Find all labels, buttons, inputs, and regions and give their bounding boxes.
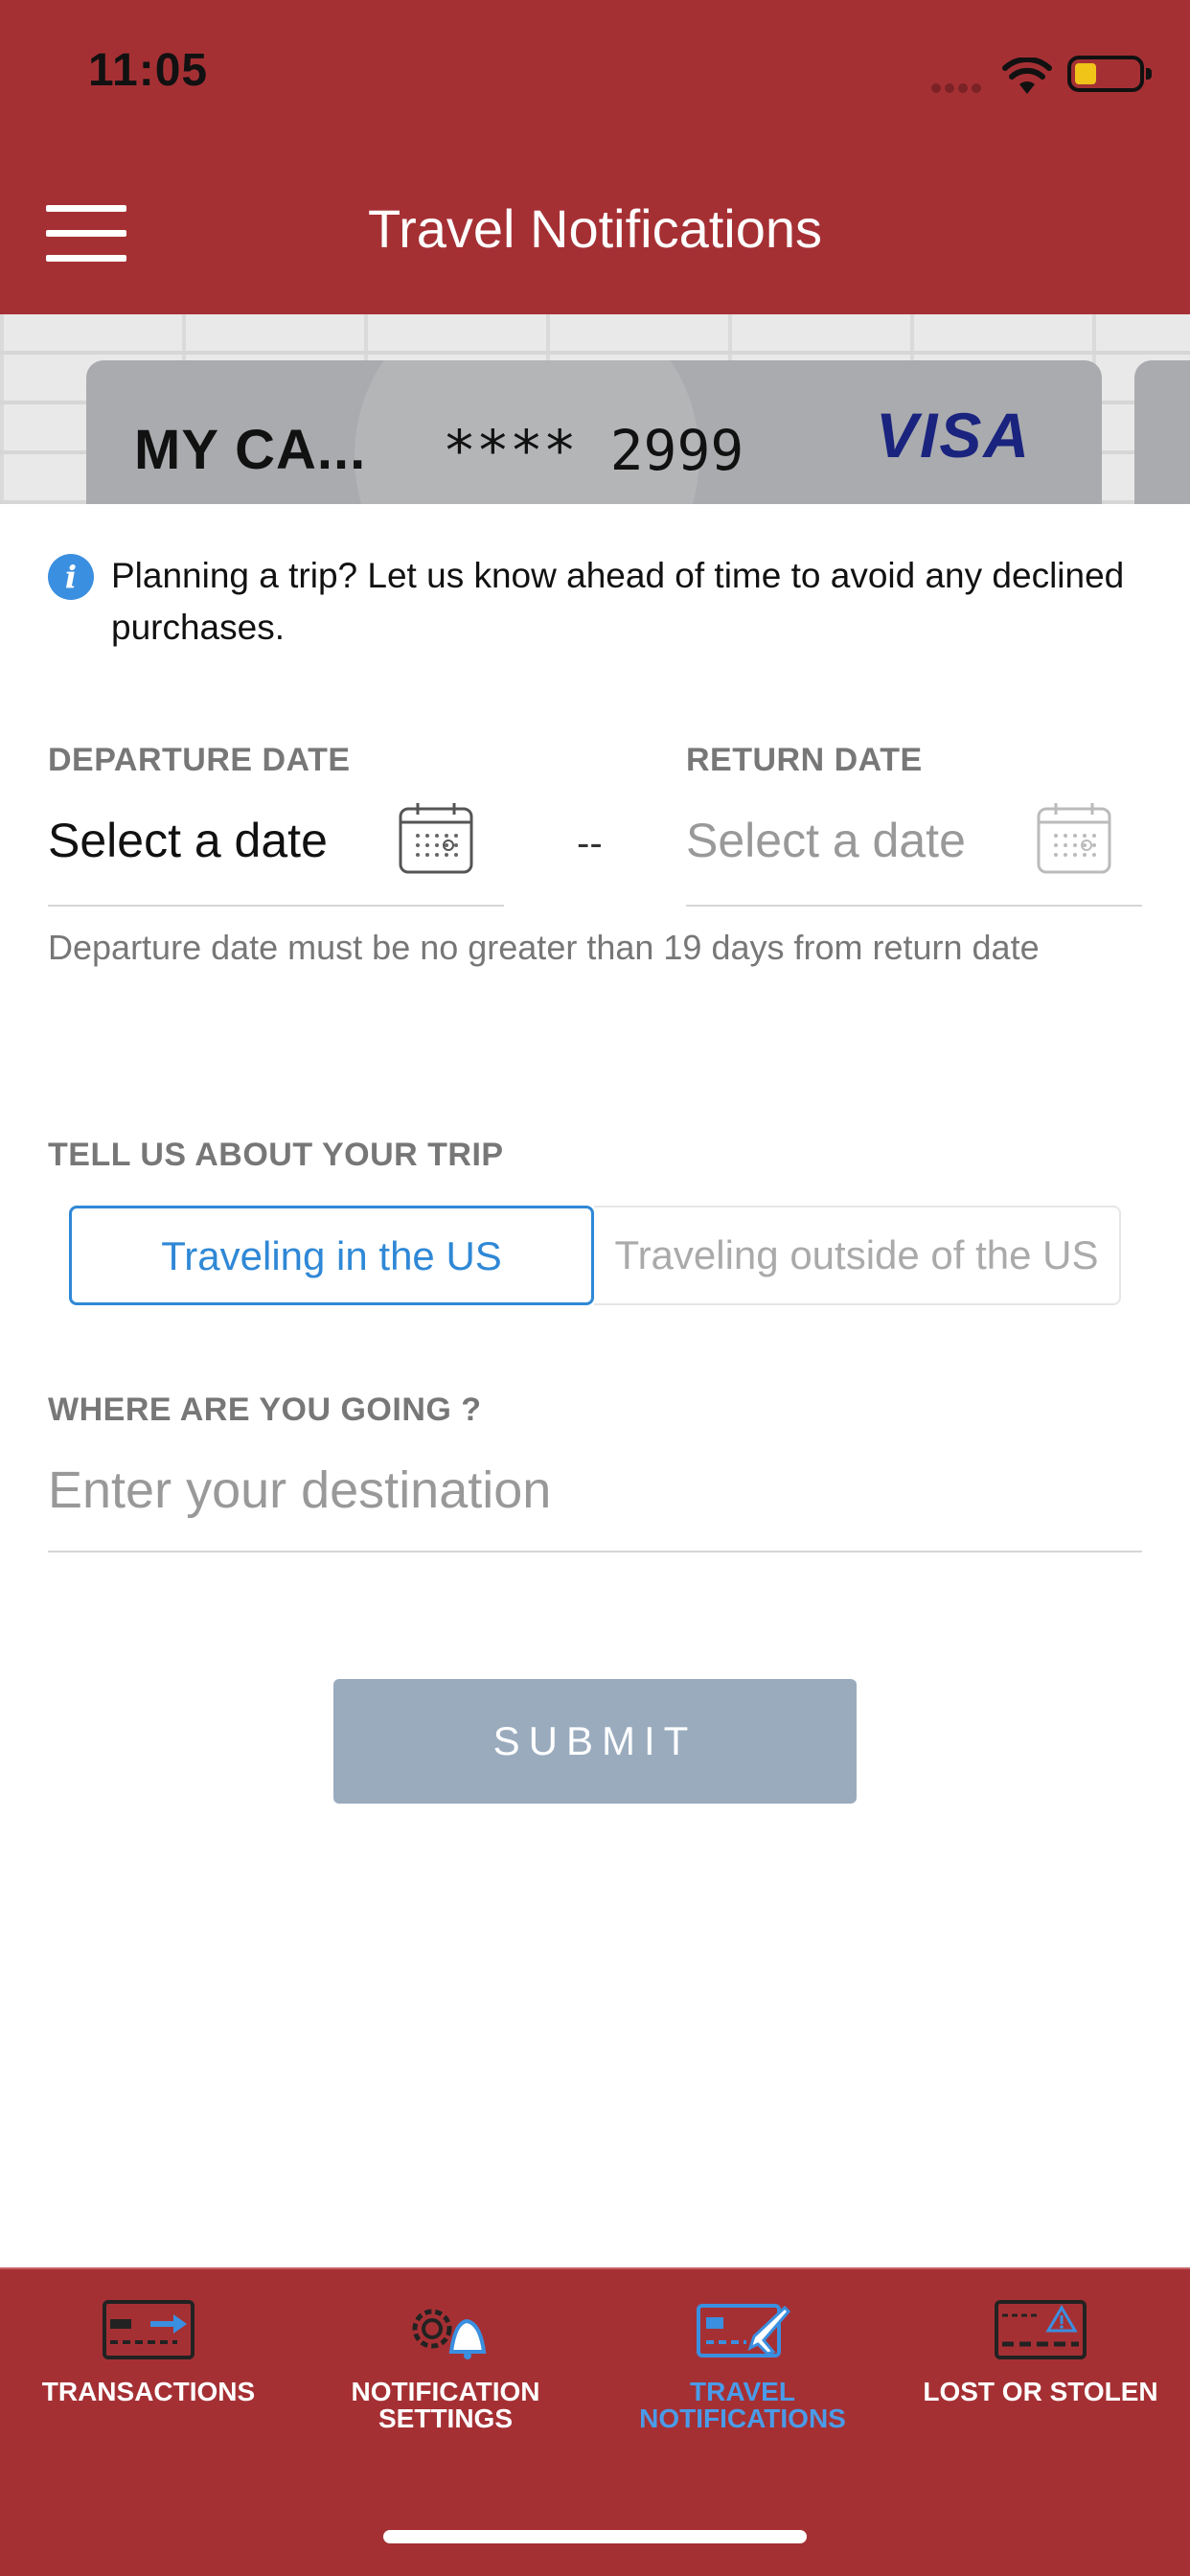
visa-logo: VISA <box>876 400 1032 471</box>
departure-date-value: Select a date <box>48 814 328 867</box>
destination-label: WHERE ARE YOU GOING ? <box>48 1392 482 1428</box>
wifi-icon <box>1002 58 1052 94</box>
option-traveling-in-us[interactable]: Traveling in the US <box>69 1206 594 1305</box>
destination-input[interactable] <box>48 1460 1142 1520</box>
return-date-value: Select a date <box>686 814 966 867</box>
card-number: **** 2999 <box>443 418 744 483</box>
date-range-separator: -- <box>577 822 603 864</box>
card-transfer-icon <box>103 2300 195 2359</box>
info-icon: i <box>48 554 94 600</box>
tab-label: TRAVEL NOTIFICATIONS <box>639 2377 846 2433</box>
tab-travel-notifications[interactable]: TRAVEL NOTIFICATIONS <box>599 2298 886 2432</box>
departure-date-label: DEPARTURE DATE <box>48 742 351 778</box>
tab-lost-or-stolen[interactable]: LOST OR STOLEN <box>897 2298 1184 2405</box>
card-plane-icon <box>697 2304 790 2358</box>
app-header: 11:05 Travel Notifications <box>0 0 1190 314</box>
home-indicator[interactable] <box>383 2530 807 2543</box>
tab-notification-settings[interactable]: NOTIFICATION SETTINGS <box>302 2298 589 2432</box>
calendar-icon[interactable] <box>397 799 475 878</box>
submit-button[interactable]: SUBMIT <box>333 1679 857 1804</box>
date-helper-text: Departure date must be no greater than 1… <box>48 928 1040 967</box>
next-card-peek[interactable] <box>1134 360 1190 504</box>
tab-label: NOTIFICATION SETTINGS <box>351 2377 540 2433</box>
cellular-signal-icon <box>931 80 989 93</box>
tab-label: LOST OR STOLEN <box>923 2377 1158 2406</box>
status-time: 11:05 <box>88 45 209 96</box>
tab-transactions[interactable]: TRANSACTIONS <box>5 2298 292 2405</box>
calendar-icon[interactable] <box>1035 799 1113 878</box>
destination-field <box>48 1447 1142 1552</box>
return-date-field[interactable]: Select a date <box>686 792 1142 907</box>
selected-card[interactable]: MY CA... **** 2999 VISA <box>86 360 1102 504</box>
tab-label: TRANSACTIONS <box>41 2377 256 2406</box>
trip-type-label: TELL US ABOUT YOUR TRIP <box>48 1137 504 1173</box>
card-number-mask: **** <box>443 418 577 483</box>
battery-icon <box>1067 56 1152 92</box>
option-traveling-outside-us[interactable]: Traveling outside of the US <box>594 1206 1121 1305</box>
info-text: Planning a trip? Let us know ahead of ti… <box>111 556 1125 647</box>
return-date-label: RETURN DATE <box>686 742 923 778</box>
card-name: MY CA... <box>134 419 367 481</box>
page-title: Travel Notifications <box>367 198 823 259</box>
card-last4: 2999 <box>609 418 744 483</box>
gear-bell-icon <box>412 2309 487 2359</box>
departure-date-field[interactable]: Select a date <box>48 792 504 907</box>
card-alert-icon <box>995 2300 1087 2359</box>
